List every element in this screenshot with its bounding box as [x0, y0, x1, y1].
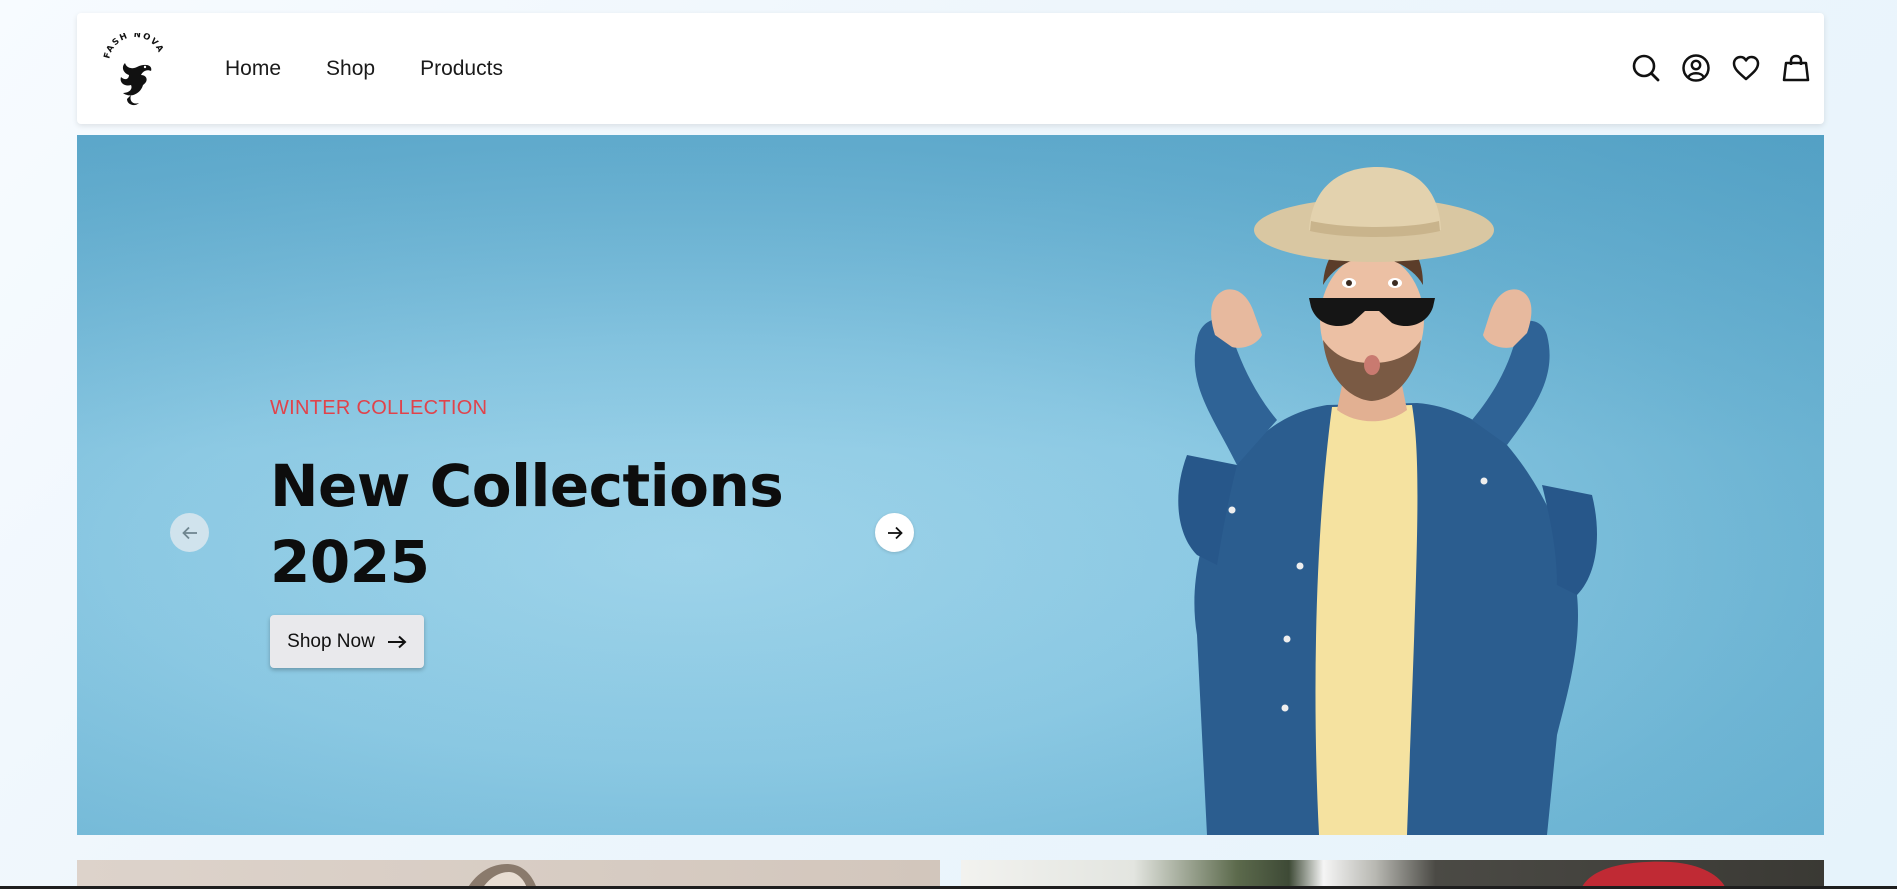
- category-card-left[interactable]: [77, 860, 940, 889]
- shop-now-button[interactable]: Shop Now: [270, 615, 424, 668]
- carousel-next-button[interactable]: [875, 513, 914, 552]
- arrow-right-icon: [887, 526, 903, 539]
- hero-title: New Collections 2025: [270, 452, 784, 596]
- shopping-bag-icon: [1782, 54, 1810, 82]
- svg-text:FASH NOVA: FASH NOVA: [102, 33, 165, 60]
- search-icon: [1632, 54, 1660, 82]
- nav-products[interactable]: Products: [420, 57, 503, 81]
- category-image-right: [1581, 861, 1726, 889]
- nav-home[interactable]: Home: [225, 57, 281, 81]
- site-header: FASH NOVA Home Shop Products: [77, 13, 1824, 124]
- shop-now-label: Shop Now: [287, 630, 375, 652]
- account-icon: [1682, 54, 1710, 82]
- nav-shop[interactable]: Shop: [326, 57, 375, 81]
- hero-eyebrow: WINTER COLLECTION: [270, 397, 488, 419]
- category-image-left: [467, 864, 537, 889]
- cart-button[interactable]: [1781, 53, 1811, 83]
- wishlist-heart-icon: [1732, 55, 1760, 81]
- search-button[interactable]: [1631, 53, 1661, 83]
- hero-model-image: [1178, 167, 1597, 835]
- carousel-prev-button[interactable]: [170, 513, 209, 552]
- phoenix-logo-icon: FASH NOVA: [102, 30, 165, 106]
- hero-banner: WINTER COLLECTION New Collections 2025 S…: [77, 135, 1824, 835]
- arrow-left-icon: [181, 526, 197, 539]
- account-button[interactable]: [1681, 53, 1711, 83]
- category-card-right[interactable]: [961, 860, 1824, 889]
- arrow-right-icon: [387, 635, 407, 648]
- main-nav: Home Shop Products: [225, 13, 503, 124]
- wishlist-button[interactable]: [1731, 53, 1761, 83]
- brand-logo[interactable]: FASH NOVA: [101, 30, 169, 113]
